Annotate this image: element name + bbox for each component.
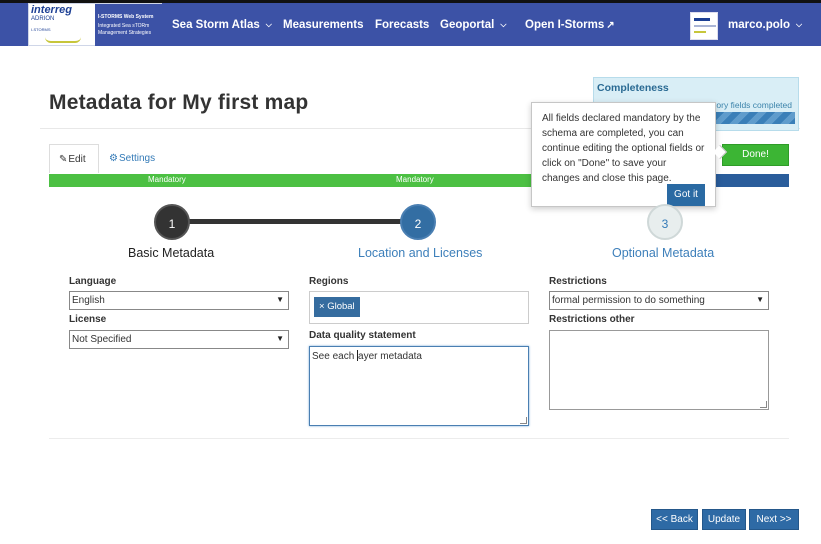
dropdown-arrow-icon: ▼	[276, 295, 284, 304]
nav-measurements[interactable]: Measurements	[283, 18, 364, 32]
data-quality-textarea[interactable]: See each ayer metadata	[309, 346, 529, 426]
license-select[interactable]: Not Specified ▼	[69, 330, 289, 349]
completeness-text: ory fields completed	[716, 100, 792, 110]
top-navbar: interreg ADRION I-STORMS I-STORMS Web Sy…	[0, 0, 821, 46]
page-title: Metadata for My first map	[49, 91, 309, 114]
resize-handle-icon[interactable]	[760, 401, 767, 408]
step-3-circle[interactable]: 3	[647, 204, 683, 240]
nav-open-i-storms[interactable]: Open I-Storms ↗	[525, 18, 615, 33]
restrictions-other-label: Restrictions other	[549, 314, 635, 325]
step-2-label[interactable]: Location and Licenses	[358, 246, 482, 260]
completeness-title: Completeness	[597, 82, 669, 94]
regions-label: Regions	[309, 276, 349, 287]
divider	[49, 438, 789, 439]
back-button[interactable]: << Back	[651, 509, 698, 530]
step-2-circle[interactable]: 2	[400, 204, 436, 240]
nav-forecasts[interactable]: Forecasts	[375, 18, 429, 32]
project-logo-text: I-STORMS Web System Integrated Sea sTORm…	[95, 4, 162, 46]
language-select[interactable]: English ▼	[69, 291, 289, 310]
completion-popover: All fields declared mandatory by the sch…	[531, 102, 728, 207]
pencil-icon: ✎	[59, 154, 68, 165]
next-button[interactable]: Next >>	[749, 509, 799, 530]
restrictions-label: Restrictions	[549, 276, 607, 287]
tab-settings[interactable]: ⚙Settings	[109, 153, 155, 164]
chevron-down-icon: ⌵	[795, 20, 803, 29]
language-label: Language	[69, 276, 117, 287]
regions-input[interactable]: × Global	[309, 291, 529, 324]
step-1-circle[interactable]: 1	[154, 204, 190, 240]
license-label: License	[69, 314, 107, 325]
resize-handle-icon[interactable]	[520, 417, 527, 424]
update-button[interactable]: Update	[702, 509, 746, 530]
step-1-label[interactable]: Basic Metadata	[128, 246, 214, 260]
region-tag[interactable]: × Global	[314, 297, 360, 317]
popover-text: All fields declared mandatory by the sch…	[542, 113, 705, 184]
logo-wave-icon	[45, 37, 81, 43]
user-menu[interactable]: marco.polo ⌵	[728, 18, 802, 32]
site-logo[interactable]: interreg ADRION I-STORMS I-STORMS Web Sy…	[28, 3, 162, 46]
user-avatar[interactable]	[690, 12, 718, 40]
dropdown-arrow-icon: ▼	[276, 334, 284, 343]
external-link-icon: ↗	[606, 20, 615, 31]
mandatory-label: Mandatory	[148, 175, 186, 184]
remove-tag-icon[interactable]: ×	[319, 301, 325, 312]
chevron-down-icon: ⌵	[265, 20, 272, 29]
mandatory-label: Mandatory	[396, 175, 434, 184]
restrictions-other-textarea[interactable]	[549, 330, 769, 410]
gear-icon: ⚙	[109, 153, 118, 164]
restrictions-select[interactable]: formal permission to do something ▼	[549, 291, 769, 310]
step-3-label[interactable]: Optional Metadata	[612, 246, 714, 260]
stepper-line	[172, 219, 420, 224]
done-button[interactable]: Done!	[722, 144, 789, 166]
dropdown-arrow-icon: ▼	[756, 295, 764, 304]
tab-edit[interactable]: ✎Edit	[49, 144, 99, 173]
chevron-down-icon: ⌵	[500, 20, 507, 29]
nav-geoportal[interactable]: Geoportal ⌵	[440, 18, 506, 32]
data-quality-label: Data quality statement	[309, 330, 416, 341]
nav-sea-storm-atlas[interactable]: Sea Storm Atlas ⌵	[172, 18, 272, 32]
interreg-logo: interreg ADRION I-STORMS	[31, 5, 93, 45]
got-it-button[interactable]: Got it	[667, 184, 705, 206]
